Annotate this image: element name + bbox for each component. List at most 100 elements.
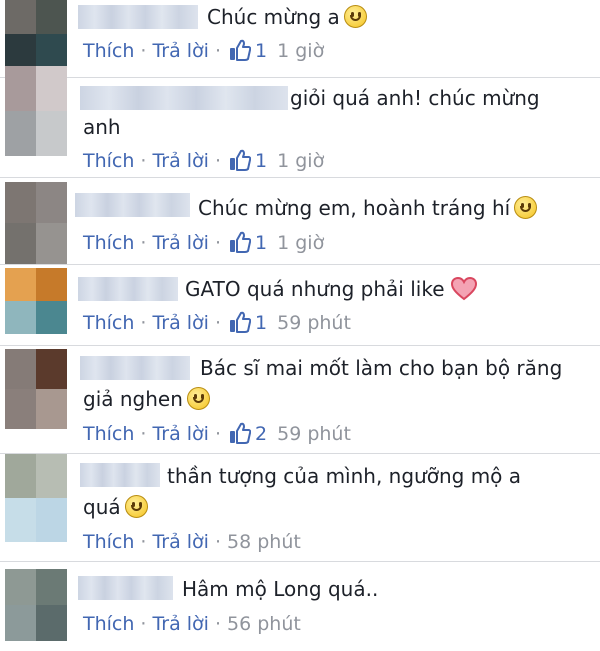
reply-link[interactable]: Trả lời [152,40,209,62]
avatar-tile [5,0,36,34]
avatar-tile [5,66,36,111]
thumbs-up-icon [230,311,252,333]
comment-text-line2: anh [83,112,121,142]
separator-dot: · [140,613,147,635]
comment-line: giỏi quá anh! chúc mừng [290,86,540,110]
comment-item: Hâm mộ Long quá.. Thích · Trả lời · 56 phút [0,562,600,651]
commenter-name-redacted[interactable] [78,277,178,301]
smile-emoji-icon [343,5,367,28]
comment-item: thần tượng của mình, ngưỡng mộ a quá Thí… [0,454,600,561]
avatar[interactable] [5,569,67,641]
comment-line: Chúc mừng em, hoành tráng hí [198,196,511,220]
avatar-tile [36,301,67,334]
reply-link[interactable]: Trả lời [152,150,209,172]
comment-text: Hâm mộ Long quá.. [182,574,378,604]
reply-link[interactable]: Trả lời [152,232,209,254]
thumbs-up-icon [230,149,252,171]
avatar-tile [5,111,36,156]
comment-line: anh [83,115,121,139]
comment-time[interactable]: 58 phút [227,531,301,553]
avatar-tile [5,569,36,605]
thumbs-up-icon [230,39,252,61]
avatar-tile [36,268,67,301]
separator-dot: · [140,531,147,553]
comment-item: giỏi quá anh! chúc mừng anh Thích · Trả lờ… [0,66,600,177]
commenter-name-redacted[interactable] [80,356,190,380]
thumbs-up-icon [230,231,252,253]
comment-item: Chúc mừng a Thích · Trả lời · 1 1 giờ [0,0,600,77]
avatar[interactable] [5,454,67,542]
smile-emoji-icon [514,196,538,219]
comment-text: Chúc mừng em, hoành tráng hí [198,193,538,223]
commenter-name-redacted[interactable] [78,576,173,600]
separator-dot: · [140,232,147,254]
comment-line: Chúc mừng a [207,5,340,29]
avatar-tile [5,33,36,67]
reply-link[interactable]: Trả lời [152,531,209,553]
like-count[interactable]: 2 [255,423,267,445]
smile-emoji-icon [186,387,210,410]
comment-actions: Thích · Trả lời · 1 59 phút [83,310,351,336]
reply-link[interactable]: Trả lời [152,423,209,445]
reply-link[interactable]: Trả lời [152,613,209,635]
like-link[interactable]: Thích [83,312,134,334]
separator-dot: · [140,40,147,62]
separator-dot: · [214,613,222,635]
comment-item: Chúc mừng em, hoành tráng hí Thích · Trả l… [0,178,600,264]
avatar[interactable] [5,0,67,67]
avatar-tile [36,389,67,429]
comment-time[interactable]: 56 phút [227,613,301,635]
comment-text-line2: giả nghen [83,384,210,414]
like-count[interactable]: 1 [255,232,267,254]
avatar-tile [5,223,36,264]
comment-actions: Thích · Trả lời · 1 1 giờ [83,38,324,64]
reply-link[interactable]: Trả lời [152,312,209,334]
separator-dot: · [140,150,147,172]
heart-emoji-icon [450,277,477,301]
separator-dot: · [140,423,147,445]
avatar-tile [36,111,67,156]
avatar-tile [36,0,67,34]
comment-line: Bác sĩ mai mốt làm cho bạn bộ răng [200,356,563,380]
commenter-name-redacted[interactable] [80,463,160,487]
avatar-tile [36,569,67,605]
comment-text: giỏi quá anh! chúc mừng [290,83,540,113]
avatar-tile [36,498,67,542]
avatar[interactable] [5,182,67,264]
like-link[interactable]: Thích [83,613,134,635]
like-link[interactable]: Thích [83,40,134,62]
avatar[interactable] [5,268,67,334]
avatar-tile [5,389,36,429]
like-count[interactable]: 1 [255,150,267,172]
avatar-tile [36,33,67,67]
comment-text: Chúc mừng a [207,2,367,32]
comment-actions: Thích · Trả lời · 1 1 giờ [83,148,324,174]
like-link[interactable]: Thích [83,423,134,445]
commenter-name-redacted[interactable] [75,193,190,217]
like-link[interactable]: Thích [83,150,134,172]
comment-time[interactable]: 1 giờ [277,232,324,254]
avatar[interactable] [5,349,67,429]
separator-dot: · [214,423,222,445]
comment-line: quá [83,495,121,519]
comment-line: giả nghen [83,387,183,411]
comment-line: Hâm mộ Long quá.. [182,577,379,601]
thumbs-up-icon [230,422,252,444]
avatar-tile [36,605,67,641]
comment-time[interactable]: 1 giờ [277,150,324,172]
comment-time[interactable]: 59 phút [277,312,351,334]
like-count[interactable]: 1 [255,312,267,334]
commenter-name-redacted[interactable] [78,5,198,29]
commenter-name-redacted[interactable] [80,86,288,110]
smile-emoji-icon [124,495,148,518]
avatar-tile [36,223,67,264]
avatar[interactable] [5,66,67,156]
like-link[interactable]: Thích [83,232,134,254]
like-count[interactable]: 1 [255,40,267,62]
comment-time[interactable]: 1 giờ [277,40,324,62]
avatar-tile [5,182,36,223]
comment-time[interactable]: 59 phút [277,423,351,445]
comment-actions: Thích · Trả lời · 1 1 giờ [83,230,324,256]
like-link[interactable]: Thích [83,531,134,553]
avatar-tile [5,349,36,389]
